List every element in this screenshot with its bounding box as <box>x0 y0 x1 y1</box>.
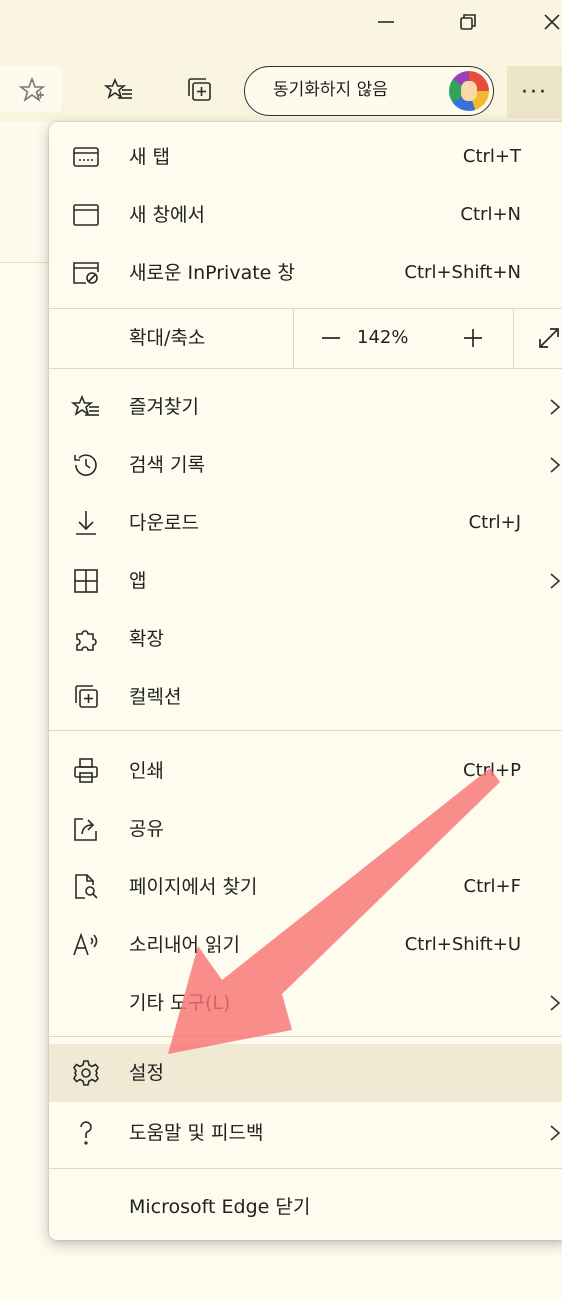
chevron-right-icon <box>547 572 562 590</box>
menu-item-help-feedback[interactable]: 도움말 및 피드백 <box>49 1104 562 1162</box>
shortcut-text: Ctrl+T <box>462 146 521 167</box>
chevron-right-icon <box>547 398 562 416</box>
menu-separator <box>49 1168 562 1169</box>
menu-item-label: 새로운 InPrivate 창 <box>129 262 295 284</box>
restore-icon <box>460 14 476 30</box>
menu-item-share[interactable]: 공유 <box>49 800 562 858</box>
gear-icon <box>71 1058 101 1088</box>
menu-item-apps[interactable]: 앱 <box>49 552 562 610</box>
menu-item-label: 앱 <box>129 570 147 592</box>
find-on-page-icon <box>71 872 101 902</box>
menu-separator <box>49 730 562 731</box>
favorites-button[interactable] <box>97 68 141 112</box>
menu-item-extensions[interactable]: 확장 <box>49 610 562 668</box>
collections-button[interactable] <box>177 68 221 112</box>
title-bar <box>0 0 562 48</box>
menu-item-label: 즐겨찾기 <box>129 396 199 418</box>
download-icon <box>71 508 101 538</box>
menu-item-favorites[interactable]: 즐겨찾기 <box>49 378 562 436</box>
star-outline-icon <box>18 76 46 103</box>
settings-and-more-button[interactable]: ··· <box>507 66 562 118</box>
favorites-icon <box>71 392 101 422</box>
zoom-out-button[interactable] <box>311 320 351 356</box>
menu-item-label: 도움말 및 피드백 <box>129 1122 264 1144</box>
settings-and-more-menu: 새 탭 Ctrl+T 새 창에서 Ctrl+N 새로운 InPrivate 창 … <box>49 122 562 1240</box>
menu-item-print[interactable]: 인쇄 Ctrl+P <box>49 742 562 800</box>
menu-item-label: 설정 <box>129 1062 164 1084</box>
menu-item-label: 인쇄 <box>129 760 164 782</box>
zoom-level: 142% <box>357 327 409 348</box>
menu-item-zoom: 확대/축소 142% <box>49 308 562 368</box>
menu-item-label: 새 탭 <box>129 146 170 168</box>
apps-icon <box>71 566 101 596</box>
menu-item-label: 기타 도구(L) <box>129 992 231 1014</box>
favorites-list-icon <box>104 77 132 99</box>
collections-icon <box>188 78 211 101</box>
menu-item-settings[interactable]: 설정 <box>49 1044 562 1102</box>
zoom-label: 확대/축소 <box>129 327 206 349</box>
printer-icon <box>71 756 101 786</box>
shortcut-text: Ctrl+F <box>463 876 521 897</box>
minimize-button[interactable] <box>356 0 416 44</box>
add-favorite-button[interactable] <box>10 68 54 112</box>
menu-item-label: 검색 기록 <box>129 454 205 476</box>
fullscreen-icon <box>539 328 559 348</box>
menu-item-history[interactable]: 검색 기록 <box>49 436 562 494</box>
fullscreen-button[interactable] <box>529 320 562 356</box>
zoom-divider <box>293 308 294 368</box>
zoom-in-button[interactable] <box>453 320 493 356</box>
menu-item-label: 확장 <box>129 628 164 650</box>
chevron-right-icon <box>547 994 562 1012</box>
new-tab-icon <box>71 142 101 172</box>
new-window-icon <box>71 200 101 230</box>
shortcut-text: Ctrl+Shift+N <box>404 262 521 283</box>
share-icon <box>71 814 101 844</box>
restore-button[interactable] <box>438 0 498 44</box>
history-icon <box>71 450 101 480</box>
menu-item-label: 공유 <box>129 818 164 840</box>
menu-separator <box>49 368 562 369</box>
chevron-right-icon <box>547 1124 562 1142</box>
shortcut-text: Ctrl+P <box>463 760 521 781</box>
shortcut-text: Ctrl+N <box>460 204 521 225</box>
menu-item-read-aloud[interactable]: 소리내어 읽기 Ctrl+Shift+U <box>49 916 562 974</box>
menu-item-label: 컬렉션 <box>129 686 182 708</box>
menu-item-find-on-page[interactable]: 페이지에서 찾기 Ctrl+F <box>49 858 562 916</box>
menu-item-new-inprivate[interactable]: 새로운 InPrivate 창 Ctrl+Shift+N <box>49 244 562 302</box>
help-icon <box>71 1118 101 1148</box>
close-icon <box>544 14 560 30</box>
sync-status-button[interactable]: 동기화하지 않음 <box>244 66 494 116</box>
plus-icon <box>464 329 482 347</box>
shortcut-text: Ctrl+Shift+U <box>404 934 521 955</box>
minimize-icon <box>378 21 394 23</box>
chevron-right-icon <box>547 456 562 474</box>
read-aloud-icon <box>71 930 101 960</box>
menu-item-more-tools[interactable]: 기타 도구(L) <box>49 974 562 1032</box>
menu-item-label: 소리내어 읽기 <box>129 934 240 956</box>
sync-status-label: 동기화하지 않음 <box>273 80 388 100</box>
puzzle-icon <box>71 624 101 654</box>
collections-icon <box>71 682 101 712</box>
zoom-divider <box>513 308 514 368</box>
menu-item-new-tab[interactable]: 새 탭 Ctrl+T <box>49 128 562 186</box>
menu-item-downloads[interactable]: 다운로드 Ctrl+J <box>49 494 562 552</box>
menu-item-close-edge[interactable]: Microsoft Edge 닫기 <box>49 1178 562 1236</box>
menu-item-label: 페이지에서 찾기 <box>129 876 258 898</box>
inprivate-window-icon <box>71 258 101 288</box>
menu-separator <box>49 1036 562 1037</box>
minus-icon <box>322 337 340 339</box>
menu-item-label: Microsoft Edge 닫기 <box>129 1196 311 1218</box>
menu-item-label: 새 창에서 <box>129 204 205 226</box>
close-window-button[interactable] <box>522 0 562 44</box>
shortcut-text: Ctrl+J <box>468 512 521 533</box>
menu-item-collections[interactable]: 컬렉션 <box>49 668 562 726</box>
menu-item-new-window[interactable]: 새 창에서 Ctrl+N <box>49 186 562 244</box>
menu-item-label: 다운로드 <box>129 512 199 534</box>
profile-avatar <box>449 71 489 111</box>
